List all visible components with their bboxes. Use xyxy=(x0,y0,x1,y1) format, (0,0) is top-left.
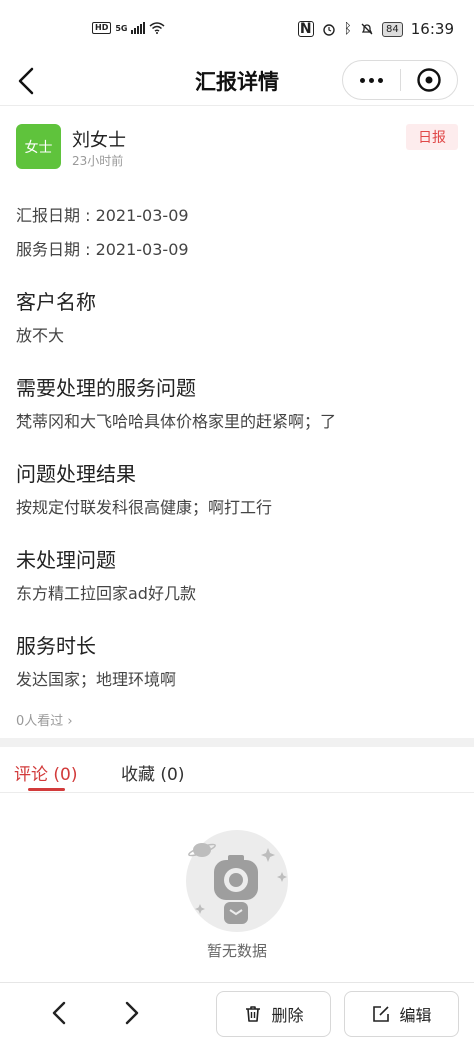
capsule-menu xyxy=(342,60,458,100)
report-date: 汇报日期 : 2021-03-09 xyxy=(16,206,189,225)
mute-icon xyxy=(361,23,373,35)
network-type: 5G xyxy=(115,23,128,33)
tab-favorites[interactable]: 收藏 (0) xyxy=(121,760,184,785)
empty-astronaut-icon xyxy=(186,830,288,932)
section-title-unresolved: 未处理问题 xyxy=(16,548,116,572)
signal-icon xyxy=(131,22,146,34)
edit-label: 编辑 xyxy=(399,1006,432,1025)
more-dots-icon xyxy=(359,77,365,83)
section-value-unresolved: 东方精工拉回家ad好几款 xyxy=(16,584,196,603)
status-right: N ᛒ 84 16:39 xyxy=(297,20,454,38)
comment-tabs: 评论 (0) 收藏 (0) xyxy=(0,747,474,793)
service-date: 服务日期 : 2021-03-09 xyxy=(16,240,189,259)
tab-comments[interactable]: 评论 (0) xyxy=(14,760,77,785)
section-value-duration: 发达国家；地理环境啊 xyxy=(16,670,177,689)
section-divider xyxy=(0,738,474,747)
viewers-link[interactable]: 0人看过 › xyxy=(16,710,73,729)
empty-state-text: 暂无数据 xyxy=(206,942,267,960)
edit-icon xyxy=(373,1006,390,1022)
tab-active-indicator xyxy=(28,788,65,791)
wifi-icon xyxy=(149,22,165,34)
edit-button[interactable]: 编辑 xyxy=(344,991,459,1037)
section-value-customer: 放不大 xyxy=(16,326,65,345)
report-type-badge: 日报 xyxy=(406,124,458,150)
alarm-icon xyxy=(322,24,335,36)
status-left: HD 5G xyxy=(92,22,165,34)
author-row: 女士 刘女士 23小时前 日报 xyxy=(16,124,458,170)
author-time: 23小时前 xyxy=(72,154,124,168)
battery-icon: 84 xyxy=(382,21,403,37)
avatar: 女士 xyxy=(16,124,61,169)
section-title-result: 问题处理结果 xyxy=(16,462,136,486)
delete-label: 删除 xyxy=(271,1006,304,1025)
prev-report-icon[interactable] xyxy=(44,997,76,1029)
hd-badge: HD xyxy=(92,22,112,34)
section-title-duration: 服务时长 xyxy=(16,634,96,658)
section-title-customer: 客户名称 xyxy=(16,290,96,314)
close-miniprogram-button[interactable] xyxy=(400,61,457,99)
delete-button[interactable]: 删除 xyxy=(216,991,331,1037)
section-value-result: 按规定付联发科很高健康；啊打工行 xyxy=(16,498,273,517)
nav-bar: 汇报详情 xyxy=(0,56,474,106)
more-button[interactable] xyxy=(343,61,400,99)
status-bar: HD 5G N ᛒ 84 16:39 xyxy=(0,0,474,56)
next-report-icon[interactable] xyxy=(115,997,147,1029)
section-title-issue: 需要处理的服务问题 xyxy=(16,376,196,400)
author-name: 刘女士 xyxy=(72,130,126,151)
bottom-toolbar: 删除 编辑 xyxy=(0,982,474,1043)
section-value-issue: 梵蒂冈和大飞哈哈具体价格家里的赶紧啊；了 xyxy=(16,412,337,431)
bluetooth-icon: ᛒ xyxy=(343,21,353,37)
nfc-icon: N xyxy=(297,21,314,37)
close-circle-icon xyxy=(417,68,441,92)
clock: 16:39 xyxy=(410,20,454,38)
trash-icon xyxy=(246,1006,261,1022)
